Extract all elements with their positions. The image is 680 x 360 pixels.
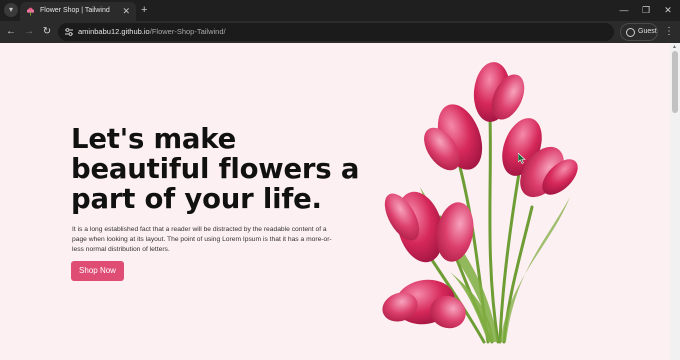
url-path: /Flower-Shop-Tailwind/ [149, 27, 226, 36]
reload-button[interactable]: ↻ [40, 25, 54, 39]
tulip-bouquet-image [382, 62, 578, 344]
tab-flower-shop[interactable]: Flower Shop | Tailwind ✕ [20, 2, 136, 21]
tune-icon[interactable] [64, 27, 74, 37]
chevron-down-icon: ▾ [8, 5, 13, 14]
tab-title: Flower Shop | Tailwind [40, 7, 110, 14]
url-text: aminbabu12.github.io/Flower-Shop-Tailwin… [78, 27, 226, 36]
close-window-button[interactable]: ✕ [658, 3, 678, 17]
shop-now-button[interactable]: Shop Now [71, 261, 124, 281]
vertical-scrollbar[interactable]: ▲ [670, 43, 680, 360]
profile-button[interactable]: Guest [620, 23, 658, 41]
flower-icon [26, 7, 35, 16]
person-icon [626, 28, 635, 37]
minimize-button[interactable]: — [614, 3, 634, 17]
scrollbar-thumb[interactable] [672, 51, 678, 113]
restore-button[interactable]: ❐ [636, 3, 656, 17]
browser-menu-button[interactable]: ⋮ [664, 25, 674, 39]
browser-toolbar: ← → ↻ aminbabu12.github.io/Flower-Shop-T… [0, 21, 680, 43]
back-button[interactable]: ← [4, 25, 18, 39]
profile-label: Guest [638, 28, 657, 35]
tab-strip: ▾ Flower Shop | Tailwind ✕ + — ❐ ✕ [0, 0, 680, 21]
tab-close-button[interactable]: ✕ [122, 5, 130, 17]
hero-heading: Let's make beautiful flowers a part of y… [71, 123, 360, 215]
forward-button[interactable]: → [22, 25, 36, 39]
page-viewport: Let's make beautiful flowers a part of y… [0, 43, 680, 360]
tab-search-button[interactable]: ▾ [4, 3, 18, 17]
mouse-cursor-icon [518, 153, 526, 164]
arrow-up-icon[interactable]: ▲ [672, 44, 677, 50]
address-bar[interactable]: aminbabu12.github.io/Flower-Shop-Tailwin… [58, 23, 614, 41]
url-host: aminbabu12.github.io [78, 27, 150, 36]
new-tab-button[interactable]: + [141, 3, 147, 17]
hero-description: It is a long established fact that a rea… [72, 226, 332, 254]
